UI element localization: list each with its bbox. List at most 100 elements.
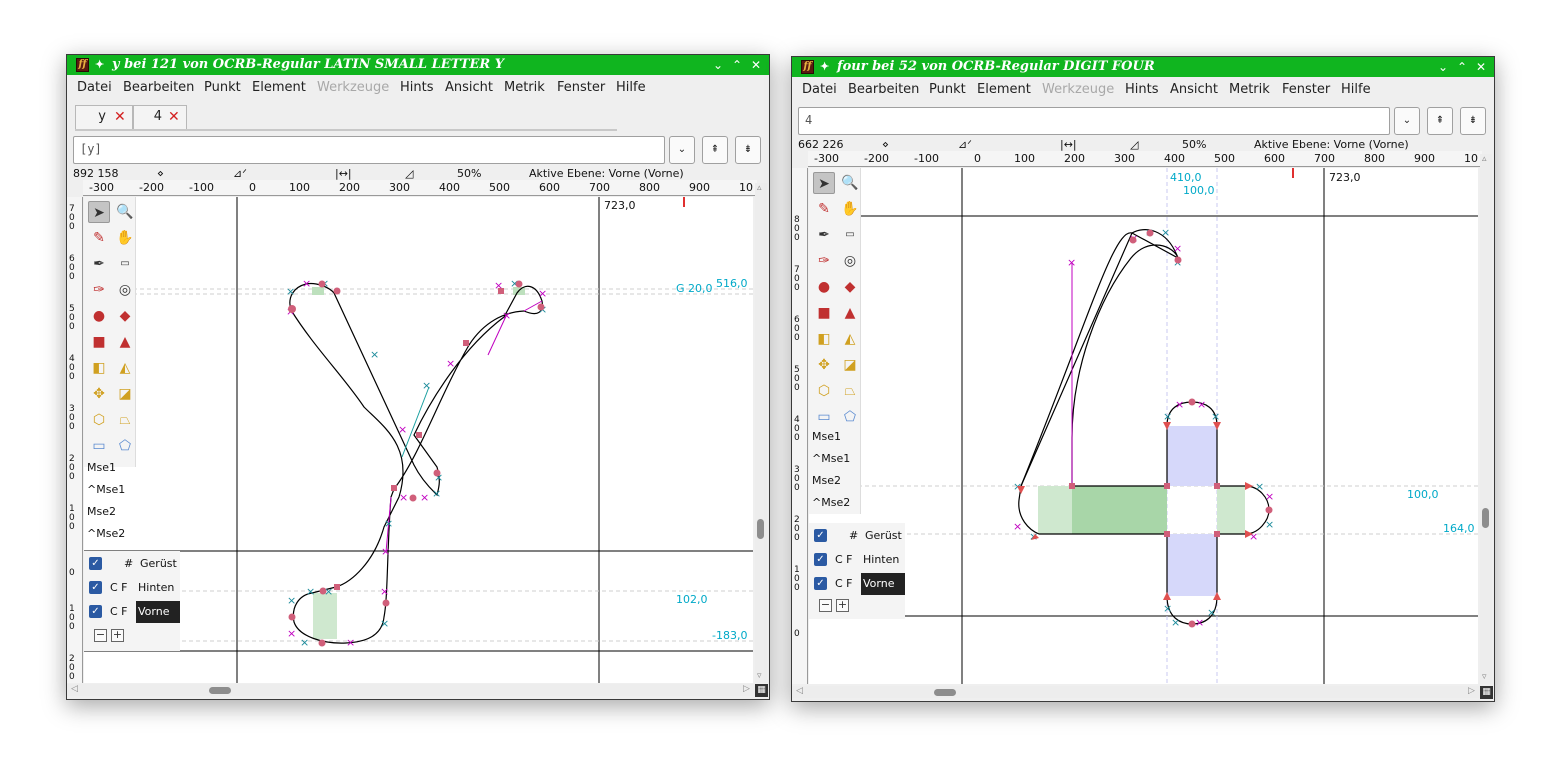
corner-point-icon[interactable]: ■	[88, 331, 110, 353]
scroll-up-icon[interactable]: ▵	[757, 183, 762, 193]
menu-hilfe[interactable]: Hilfe	[1341, 82, 1371, 97]
minimize-icon[interactable]: ⌄	[710, 55, 726, 75]
pencil-tool-icon[interactable]: ✎	[88, 227, 110, 249]
pointer-tool-icon[interactable]: ➤	[88, 201, 110, 223]
checkbox-icon[interactable]: ✓	[89, 557, 102, 570]
prev-glyph-button[interactable]: ⇞	[702, 136, 728, 164]
resize-grip-icon[interactable]: ▦	[1480, 686, 1493, 699]
layer-guides[interactable]: ✓ # Gerüst	[809, 525, 905, 547]
glyph-window-y[interactable]: ff ✦ y bei 121 von OCRB-Regular LATIN SM…	[66, 54, 770, 700]
scroll-right-icon[interactable]: ▷	[743, 684, 750, 694]
scroll-down-icon[interactable]: ▿	[757, 671, 762, 681]
next-glyph-button[interactable]: ⇟	[735, 136, 761, 164]
layer-back[interactable]: ✓ C F Hinten	[809, 549, 905, 571]
magnify-tool-icon[interactable]: 🔍	[114, 201, 136, 223]
menu-datei[interactable]: Datei	[802, 82, 837, 97]
rotate-tool-icon[interactable]: ✥	[88, 383, 110, 405]
menu-metrik[interactable]: Metrik	[1229, 82, 1270, 97]
tangent-point-icon[interactable]: ▲	[114, 331, 136, 353]
hand-tool-icon[interactable]: ✋	[114, 227, 136, 249]
menu-hilfe[interactable]: Hilfe	[616, 80, 646, 95]
flip-tool-icon[interactable]: ◭	[839, 328, 861, 350]
dropdown-button[interactable]: ⌄	[1394, 107, 1420, 135]
menu-element[interactable]: Element	[252, 80, 306, 95]
menu-datei[interactable]: Datei	[77, 80, 112, 95]
checkbox-icon[interactable]: ✓	[814, 577, 827, 590]
scroll-up-icon[interactable]: ▵	[1482, 154, 1487, 164]
rotate-tool-icon[interactable]: ✥	[813, 354, 835, 376]
remove-layer-button[interactable]: −	[94, 629, 107, 642]
vertical-scroll-thumb[interactable]	[1482, 508, 1489, 528]
add-layer-button[interactable]: +	[836, 599, 849, 612]
hv-curve-point-icon[interactable]: ◆	[839, 276, 861, 298]
ruler-tool-icon[interactable]: ▭	[839, 224, 861, 246]
curve-point-icon[interactable]: ●	[88, 305, 110, 327]
prev-glyph-button[interactable]: ⇞	[1427, 107, 1453, 135]
titlebar[interactable]: ff ✦ y bei 121 von OCRB-Regular LATIN SM…	[67, 55, 769, 75]
dropdown-button[interactable]: ⌄	[669, 136, 695, 164]
minimize-icon[interactable]: ⌄	[1435, 57, 1451, 77]
pen-tool-icon[interactable]: ✑	[88, 279, 110, 301]
resize-grip-icon[interactable]: ▦	[755, 684, 768, 697]
menu-ansicht[interactable]: Ansicht	[445, 80, 493, 95]
maximize-icon[interactable]: ⌃	[729, 55, 745, 75]
3d-rotate-icon[interactable]: ⬡	[813, 380, 835, 402]
rectangle-tool-icon[interactable]: ▭	[813, 406, 835, 428]
glyph-input[interactable]: 4	[798, 107, 1390, 135]
layer-guides[interactable]: ✓ # Gerüst	[84, 553, 180, 575]
menu-fenster[interactable]: Fenster	[1282, 82, 1330, 97]
skew-tool-icon[interactable]: ◪	[114, 383, 136, 405]
scroll-right-icon[interactable]: ▷	[1468, 686, 1475, 696]
menu-fenster[interactable]: Fenster	[557, 80, 605, 95]
tangent-point-icon[interactable]: ▲	[839, 302, 861, 324]
magnify-tool-icon[interactable]: 🔍	[839, 172, 861, 194]
horizontal-scroll-thumb[interactable]	[934, 689, 956, 696]
checkbox-icon[interactable]: ✓	[814, 553, 827, 566]
titlebar[interactable]: ff ✦ four bei 52 von OCRB-Regular DIGIT …	[792, 57, 1494, 77]
checkbox-icon[interactable]: ✓	[814, 529, 827, 542]
rectangle-tool-icon[interactable]: ▭	[88, 435, 110, 457]
vertical-scroll-thumb[interactable]	[757, 519, 764, 539]
horizontal-scroll-thumb[interactable]	[209, 687, 231, 694]
pointer-tool-icon[interactable]: ➤	[813, 172, 835, 194]
pen-tool-icon[interactable]: ✑	[813, 250, 835, 272]
tab-y[interactable]: y ✕	[75, 105, 133, 129]
perspective-icon[interactable]: ⏢	[114, 409, 136, 431]
flip-tool-icon[interactable]: ◭	[114, 357, 136, 379]
menu-bearbeiten[interactable]: Bearbeiten	[848, 82, 919, 97]
perspective-icon[interactable]: ⏢	[839, 380, 861, 402]
maximize-icon[interactable]: ⌃	[1454, 57, 1470, 77]
horizontal-scrollbar[interactable]: ◁ ▷	[792, 686, 1480, 698]
polygon-tool-icon[interactable]: ⬠	[839, 406, 861, 428]
3d-rotate-icon[interactable]: ⬡	[88, 409, 110, 431]
vertical-scrollbar[interactable]: ▵ ▿	[755, 183, 767, 683]
scroll-left-icon[interactable]: ◁	[796, 686, 803, 696]
close-icon[interactable]: ✕	[748, 55, 764, 75]
ruler-tool-icon[interactable]: ▭	[114, 253, 136, 275]
hv-curve-point-icon[interactable]: ◆	[114, 305, 136, 327]
spiro-tool-icon[interactable]: ◎	[114, 279, 136, 301]
layer-fore[interactable]: ✓ C F Vorne	[809, 573, 905, 595]
corner-point-icon[interactable]: ■	[813, 302, 835, 324]
menu-element[interactable]: Element	[977, 82, 1031, 97]
spiro-tool-icon[interactable]: ◎	[839, 250, 861, 272]
knife-tool-icon[interactable]: ✒	[813, 224, 835, 246]
glyph-window-four[interactable]: ff ✦ four bei 52 von OCRB-Regular DIGIT …	[791, 56, 1495, 702]
hand-tool-icon[interactable]: ✋	[839, 198, 861, 220]
checkbox-icon[interactable]: ✓	[89, 605, 102, 618]
tab-4[interactable]: 4 ✕	[133, 105, 187, 129]
close-icon[interactable]: ✕	[1473, 57, 1489, 77]
scale-tool-icon[interactable]: ◧	[813, 328, 835, 350]
scroll-down-icon[interactable]: ▿	[1482, 672, 1487, 682]
menu-punkt[interactable]: Punkt	[929, 82, 966, 97]
knife-tool-icon[interactable]: ✒	[88, 253, 110, 275]
next-glyph-button[interactable]: ⇟	[1460, 107, 1486, 135]
menu-punkt[interactable]: Punkt	[204, 80, 241, 95]
menu-hints[interactable]: Hints	[400, 80, 434, 95]
tab-scrollbar[interactable]	[75, 129, 617, 131]
menu-ansicht[interactable]: Ansicht	[1170, 82, 1218, 97]
skew-tool-icon[interactable]: ◪	[839, 354, 861, 376]
glyph-canvas[interactable]: × × × × × × × × × × × × × × × × × × × ×	[84, 197, 753, 683]
menu-bearbeiten[interactable]: Bearbeiten	[123, 80, 194, 95]
pencil-tool-icon[interactable]: ✎	[813, 198, 835, 220]
